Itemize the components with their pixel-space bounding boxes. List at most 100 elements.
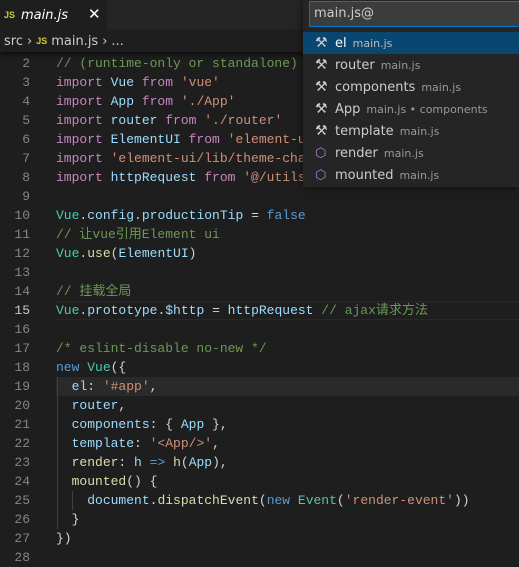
tab-main-js[interactable]: JS main.js ✕ <box>0 0 107 30</box>
breadcrumb-file[interactable]: main.js <box>51 34 98 49</box>
line-number: 7 <box>22 151 30 166</box>
line-number: 21 <box>14 417 30 432</box>
code-token: false <box>266 208 306 223</box>
line-number: 10 <box>14 208 30 223</box>
code-token: Vue <box>56 303 80 318</box>
quick-pick-input[interactable]: main.js@ <box>309 1 519 27</box>
code-line[interactable]: 27}) <box>0 529 519 548</box>
code-line[interactable]: 12 Vue.use(ElementUI) <box>0 244 519 263</box>
code-token: h <box>134 455 142 470</box>
line-number: 19 <box>14 379 30 394</box>
code-text: import ElementUI from 'element-ui' <box>56 130 321 149</box>
code-token: $http <box>165 303 205 318</box>
quick-pick-item[interactable]: ⚒ App main.js • components <box>303 98 519 120</box>
breadcrumb-more[interactable]: ... <box>111 34 123 49</box>
code-token: Vue <box>110 75 142 90</box>
code-line[interactable]: 13 <box>0 263 519 282</box>
code-token: )) <box>453 493 470 508</box>
code-token: import <box>56 132 111 147</box>
code-line[interactable]: 14 // 挂载全局 <box>0 282 519 301</box>
code-line[interactable]: 15 Vue.prototype.$http = httpRequest // a… <box>0 301 519 320</box>
item-label: render <box>335 145 378 161</box>
quick-pick-item[interactable]: ⚒ router main.js <box>303 54 519 76</box>
code-token: import <box>56 94 111 109</box>
chevron-right-icon: › <box>102 33 108 49</box>
code-token: new <box>56 360 88 375</box>
line-number: 18 <box>14 360 30 375</box>
line-number: 9 <box>22 189 30 204</box>
quick-pick: main.js@ ⚒ el main.js ⚒ router main.js ⚒ compon… <box>303 0 519 187</box>
code-token: ( <box>258 493 267 508</box>
code-token: '<App/>' <box>149 436 213 451</box>
line-number: 25 <box>14 493 30 508</box>
code-line[interactable]: 11 // 让vue引用Element ui <box>0 225 519 244</box>
code-token: import <box>56 170 111 185</box>
quick-pick-item[interactable]: ⚒ components main.js <box>303 76 519 98</box>
code-token: mounted <box>71 474 127 489</box>
code-line[interactable]: 24 mounted() { <box>0 472 519 491</box>
code-line[interactable]: 22 template: '<App/>', <box>0 434 519 453</box>
line-number: 5 <box>22 113 30 128</box>
code-token: template <box>71 436 135 451</box>
code-line[interactable]: 26 } <box>0 510 519 529</box>
quick-pick-item[interactable]: ⚒ template main.js <box>303 120 519 142</box>
code-token: import <box>56 75 111 90</box>
code-text: }) <box>56 529 72 548</box>
code-token: Vue <box>56 208 80 223</box>
code-line[interactable]: 21 components: { App }, <box>0 415 519 434</box>
code-token: = <box>204 303 228 318</box>
code-token: /* eslint-disable no-new */ <box>56 341 267 356</box>
code-token: document <box>87 493 150 508</box>
quick-pick-item[interactable]: ⚒ el main.js <box>303 32 519 54</box>
code-text: import Vue from 'vue' <box>56 73 220 92</box>
code-token: Event <box>297 493 337 508</box>
code-line[interactable]: 18 new Vue({ <box>0 358 519 377</box>
tab-label: main.js <box>21 7 69 23</box>
code-line[interactable]: 28 <box>0 548 519 567</box>
code-token: ({ <box>110 360 127 375</box>
quick-pick-item[interactable]: ⬡ mounted main.js <box>303 164 519 186</box>
breadcrumb-folder[interactable]: src <box>4 34 23 49</box>
item-description: main.js <box>383 146 424 160</box>
wrench-icon: ⚒ <box>315 123 328 139</box>
code-token: ), <box>212 455 228 470</box>
code-token: from <box>165 113 205 128</box>
code-token: // 让vue引用Element ui <box>56 227 220 242</box>
code-line[interactable]: 16 <box>0 320 519 339</box>
line-number: 6 <box>22 132 30 147</box>
code-line[interactable]: 19 el: '#app', <box>0 377 519 396</box>
code-token: . <box>157 303 166 318</box>
line-number: 17 <box>14 341 30 356</box>
code-token: httpRequest <box>227 303 322 318</box>
close-icon[interactable]: ✕ <box>88 5 101 23</box>
code-token: h <box>173 455 181 470</box>
code-text: router, <box>56 396 127 415</box>
code-token: : { <box>149 417 181 432</box>
code-text: /* eslint-disable no-new */ <box>56 339 267 358</box>
code-token: Vue <box>87 360 111 375</box>
code-line[interactable]: 23 render: h => h(App), <box>0 453 519 472</box>
line-number: 12 <box>14 246 30 261</box>
line-number: 26 <box>14 512 30 527</box>
item-description: main.js <box>352 36 393 50</box>
code-token: => <box>141 455 174 470</box>
code-text: Vue.config.productionTip = false <box>56 206 306 225</box>
code-token: // (runtime-only or standalone) <box>56 56 298 71</box>
code-token: ( <box>180 455 189 470</box>
item-description: main.js • components <box>366 102 488 116</box>
code-line[interactable]: 10 Vue.config.productionTip = false <box>0 206 519 225</box>
code-token: Vue <box>56 246 80 261</box>
code-token: from <box>141 75 181 90</box>
code-line[interactable]: 17 /* eslint-disable no-new */ <box>0 339 519 358</box>
code-token: productionTip <box>141 208 244 223</box>
quick-pick-item[interactable]: ⬡ render main.js <box>303 142 519 164</box>
code-token: router <box>110 113 166 128</box>
item-label: mounted <box>335 167 394 183</box>
code-line[interactable]: 20 router, <box>0 396 519 415</box>
line-number: 8 <box>22 170 30 185</box>
code-line[interactable]: 25 document.dispatchEvent(new Event('ren… <box>0 491 519 510</box>
code-text: import App from './App' <box>56 92 235 111</box>
code-token: import <box>56 113 111 128</box>
code-line[interactable]: 9 <box>0 187 519 206</box>
